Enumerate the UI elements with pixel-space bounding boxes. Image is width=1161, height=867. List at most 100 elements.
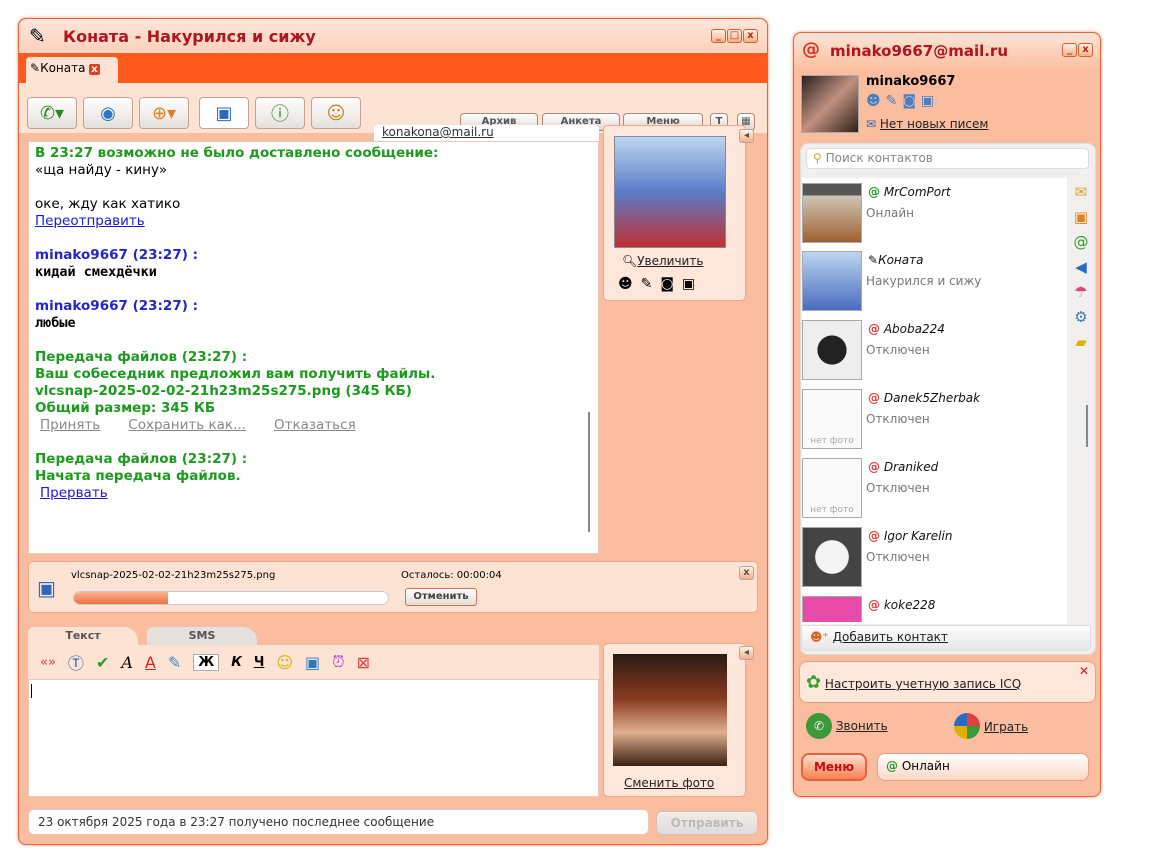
offline-status-icon: @ [868, 598, 880, 612]
contacts-icon[interactable]: ▣ [1070, 208, 1092, 226]
send-button[interactable]: Отправить [656, 811, 758, 835]
tab-konata[interactable]: ✎Коната x [26, 57, 118, 83]
maximize-button[interactable]: □ [727, 29, 742, 43]
message-history[interactable]: В 23:27 возможно не было доставлено сооб… [28, 141, 599, 554]
contact-avatar [802, 183, 862, 243]
avatar-action-icons[interactable]: ☻✎◙▣ [618, 276, 703, 292]
window-title: Коната - Накурился и сижу [63, 27, 316, 46]
progress-bar [73, 591, 389, 605]
contact-item[interactable]: нет фото @ Danek5Zherbak Отключен [802, 389, 1062, 451]
save-button[interactable]: ▣ [199, 97, 249, 129]
italic-button[interactable]: К [231, 655, 242, 670]
mail-link[interactable]: Нет новых писем [880, 117, 989, 131]
scrollbar[interactable] [588, 412, 590, 532]
online-status-icon: @ [868, 185, 880, 199]
zoom-icon: 🔍︎ [622, 254, 638, 268]
tab-sms[interactable]: SMS [147, 627, 257, 645]
chat-window: ✎ Коната - Накурился и сижу _ □ x ✎Конат… [18, 18, 768, 845]
no-photo-avatar: нет фото [802, 389, 862, 449]
search-icon: ⚲ [813, 151, 822, 165]
offline-status-icon: @ [868, 322, 880, 336]
contact-scrollbar[interactable] [1086, 405, 1088, 447]
abort-link[interactable]: Прервать [35, 485, 592, 502]
status-bar: 23 октября 2025 года в 23:27 получено по… [28, 809, 649, 835]
tool-status-icon: ✎ [868, 253, 879, 267]
info-button[interactable]: ⓘ [255, 97, 305, 129]
call-link[interactable]: ✆ Звонить [806, 713, 888, 739]
tool-icon: ✎ [30, 61, 41, 75]
collapse-avatar-button[interactable]: ◂ [739, 129, 754, 143]
help-folder-icon[interactable]: ▰ [1070, 333, 1092, 351]
add-contact-button[interactable]: ☻⁺ Добавить контакт [801, 625, 1091, 651]
envelope-icon: ✉ [866, 117, 877, 131]
quote-icon[interactable]: «» [40, 655, 56, 670]
resend-link[interactable]: Переотправить [35, 213, 592, 230]
search-box[interactable]: ⚲ Поиск контактов [806, 148, 1089, 169]
text-color-icon[interactable]: A [145, 653, 156, 672]
translit-icon[interactable]: Ⓣ [68, 650, 84, 674]
highlight-icon[interactable]: ✎ [168, 653, 181, 672]
format-toolbar: «» Ⓣ ✔ A A ✎ Ж К Ч ☺ ▣ ⏰︎ ⊠ [28, 645, 599, 679]
contact-item[interactable]: @ koke228 [802, 596, 1062, 622]
cancel-transfer-button[interactable]: Отменить [405, 588, 477, 606]
call-button[interactable]: ✆▾ [27, 97, 77, 129]
contact-avatar [802, 527, 862, 587]
tab-text[interactable]: Текст [28, 627, 138, 645]
group-button[interactable]: ☺ [311, 97, 361, 129]
contact-item[interactable]: @ MrComPort Онлайн [802, 183, 1062, 245]
message-icon[interactable]: ✉ [1070, 183, 1092, 201]
offline-status-icon: @ [868, 460, 880, 474]
profile-action-icons[interactable]: ☻✎◙▣ [866, 93, 939, 109]
offline-status-icon: @ [868, 529, 880, 543]
smiley-icon[interactable]: ☺ [276, 653, 293, 672]
decline-link[interactable]: Отказаться [274, 417, 356, 433]
sound-icon[interactable]: ◀ [1070, 258, 1092, 276]
contact-avatar [802, 596, 862, 622]
clear-icon[interactable]: ⊠ [357, 653, 370, 672]
contact-close-button[interactable]: x [1078, 43, 1093, 57]
spellcheck-icon[interactable]: ✔ [96, 653, 109, 672]
contact-avatar [614, 136, 726, 248]
floppy-icon: ▣ [37, 576, 56, 600]
collapse-photo-button[interactable]: ◂ [739, 646, 754, 660]
bold-button[interactable]: Ж [193, 653, 220, 671]
icq-setup-banner[interactable]: ✿ Настроить учетную запись ICQ ✕ [799, 661, 1096, 703]
side-icon-column: ✉ ▣ @ ◀ ☂ ⚙ ▰ [1070, 183, 1092, 351]
close-transfer-button[interactable]: x [739, 566, 754, 580]
contact-item[interactable]: нет фото @ Draniked Отключен [802, 458, 1062, 520]
games-button[interactable]: ⊕▾ [139, 97, 189, 129]
contact-minimize-button[interactable]: _ [1062, 43, 1077, 57]
contact-item[interactable]: @ Igor Karelin Отключен [802, 527, 1062, 589]
user-avatar [801, 75, 859, 133]
play-link[interactable]: Играть [954, 713, 1028, 742]
contact-item[interactable]: ✎Коната Накурился и сижу [802, 251, 1062, 313]
minimize-button[interactable]: _ [711, 29, 726, 43]
icq-flower-icon: ✿ [806, 672, 822, 693]
message-input[interactable] [28, 679, 599, 797]
games-icon [954, 713, 980, 739]
font-icon[interactable]: A [121, 653, 133, 672]
own-photo-panel: Сменить фото [603, 643, 746, 797]
mail-icon[interactable]: @ [1070, 233, 1092, 251]
file-transfer-panel: ▣ vlcsnap-2025-02-02-21h23m25s275.png Ос… [28, 561, 758, 613]
contact-item[interactable]: @ Aboba224 Отключен [802, 320, 1062, 382]
dismiss-icq-icon[interactable]: ✕ [1079, 664, 1089, 678]
online-icon: @ [886, 759, 898, 773]
settings-icon[interactable]: ⚙ [1070, 308, 1092, 326]
theme-icon[interactable]: ☂ [1070, 283, 1092, 301]
change-photo-link[interactable]: Сменить фото [624, 776, 714, 790]
presence-selector[interactable]: @ Онлайн [877, 753, 1089, 781]
zoom-link[interactable]: Увеличить [637, 254, 703, 268]
video-icon[interactable]: ▣ [305, 653, 320, 672]
close-button[interactable]: x [743, 29, 758, 43]
save-as-link[interactable]: Сохранить как... [128, 417, 246, 433]
offline-status-icon: @ [868, 391, 880, 405]
webcam-button[interactable]: ◉ [83, 97, 133, 129]
underline-button[interactable]: Ч [254, 655, 265, 670]
accept-link[interactable]: Принять [40, 417, 100, 433]
no-photo-avatar: нет фото [802, 458, 862, 518]
alarm-icon[interactable]: ⏰︎ [332, 652, 344, 672]
close-tab-icon[interactable]: x [89, 64, 100, 75]
contact-avatar [802, 251, 862, 311]
main-menu-button[interactable]: Меню [801, 753, 867, 781]
